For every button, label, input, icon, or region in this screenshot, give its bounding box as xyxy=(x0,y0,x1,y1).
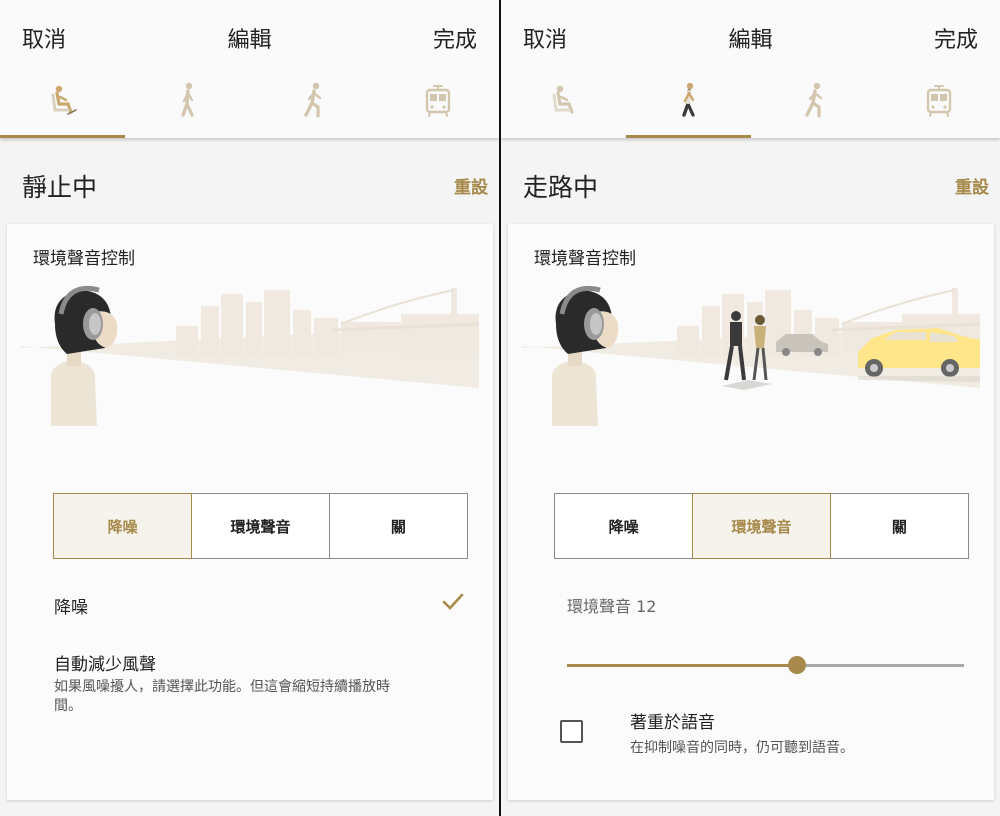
section-title: 走路中 xyxy=(523,173,599,202)
tab-running[interactable] xyxy=(751,72,876,138)
tab-active-indicator xyxy=(626,135,751,138)
tab-train[interactable] xyxy=(876,72,1000,138)
mode-ambient-sound[interactable]: 環境聲音 xyxy=(190,493,331,559)
activity-tabs xyxy=(0,72,499,138)
ambient-level-slider[interactable] xyxy=(567,654,964,676)
header-title: 編輯 xyxy=(227,28,272,53)
cancel-button[interactable]: 取消 xyxy=(22,22,66,54)
header-title: 編輯 xyxy=(728,28,773,53)
header: 取消 編輯 完成 xyxy=(501,0,1000,138)
right-panel: 取消 編輯 完成 走路中 重設 環境聲音控制 降噪 環境聲音 關 環境聲音 12… xyxy=(501,0,1000,816)
slider-track-filled xyxy=(567,664,797,667)
done-button[interactable]: 完成 xyxy=(433,22,477,54)
card-label: 環境聲音控制 xyxy=(534,249,636,269)
noise-canceling-label: 降噪 xyxy=(54,598,88,618)
listener-illustration xyxy=(21,286,479,426)
reset-button[interactable]: 重設 xyxy=(955,173,989,198)
slider-thumb[interactable] xyxy=(788,656,806,674)
train-icon xyxy=(926,85,951,117)
sitting-person-icon xyxy=(552,85,574,114)
check-icon[interactable] xyxy=(441,592,465,612)
voice-focus-description: 在抑制噪音的同時，仍可聽到語音。 xyxy=(630,740,854,756)
tab-running[interactable] xyxy=(250,72,375,138)
tab-walking[interactable] xyxy=(626,72,751,138)
ambient-control-card: 環境聲音控制 xyxy=(7,224,493,800)
voice-focus-checkbox[interactable] xyxy=(560,720,583,743)
walking-person-icon xyxy=(681,82,695,117)
mode-selector: 降噪 環境聲音 關 xyxy=(53,493,468,559)
reset-button[interactable]: 重設 xyxy=(454,173,488,198)
slider-track-empty xyxy=(797,664,964,667)
ambient-control-card: 環境聲音控制 xyxy=(508,224,994,800)
section-title: 靜止中 xyxy=(22,173,98,202)
card-label: 環境聲音控制 xyxy=(33,249,135,269)
ambient-level-label: 環境聲音 12 xyxy=(567,597,657,616)
sitting-person-icon xyxy=(51,85,77,115)
wind-reduction-description: 如果風噪擾人，請選擇此功能。但這會縮短持續播放時間。 xyxy=(54,679,390,714)
left-panel: 取消 編輯 完成 靜止中 重設 環境聲音控制 降噪 環境聲音 關 降噪 自動減少… xyxy=(0,0,499,816)
mode-off[interactable]: 關 xyxy=(829,493,969,559)
header: 取消 編輯 完成 xyxy=(0,0,499,138)
activity-tabs xyxy=(501,72,1000,138)
done-button[interactable]: 完成 xyxy=(934,22,978,54)
walking-person-icon xyxy=(180,82,194,117)
running-person-icon xyxy=(804,82,822,118)
tab-sitting[interactable] xyxy=(501,72,626,138)
tab-sitting[interactable] xyxy=(0,72,125,138)
mode-noise-canceling[interactable]: 降噪 xyxy=(53,493,193,559)
cancel-button[interactable]: 取消 xyxy=(523,22,567,54)
mode-selector: 降噪 環境聲音 關 xyxy=(554,493,969,559)
tab-walking[interactable] xyxy=(125,72,250,138)
train-icon xyxy=(425,85,450,117)
running-person-icon xyxy=(303,82,321,118)
tab-train[interactable] xyxy=(375,72,499,138)
mode-ambient-sound[interactable]: 環境聲音 xyxy=(691,493,832,559)
tab-active-indicator xyxy=(0,135,125,138)
street-scene-illustration xyxy=(522,286,980,426)
wind-reduction-option[interactable]: 自動減少風聲 xyxy=(54,650,156,675)
voice-focus-title: 著重於語音 xyxy=(630,713,715,733)
mode-noise-canceling[interactable]: 降噪 xyxy=(554,493,694,559)
mode-off[interactable]: 關 xyxy=(328,493,468,559)
